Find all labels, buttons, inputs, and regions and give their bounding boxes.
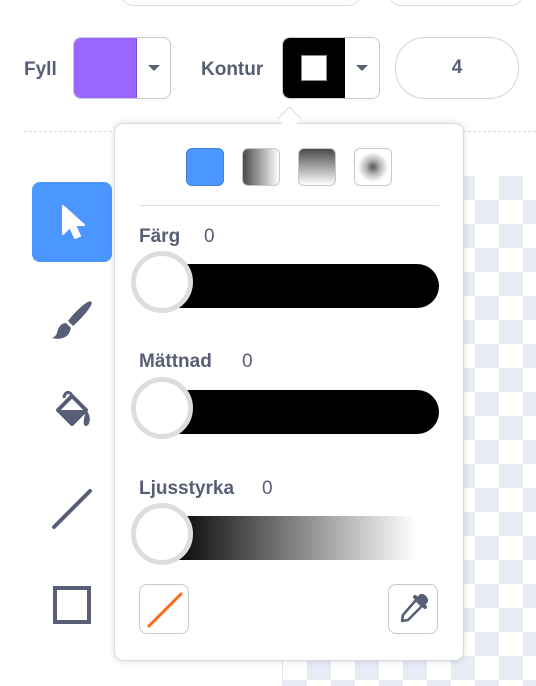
horizontal-gradient-button[interactable] xyxy=(242,148,280,186)
top-field-partial-2 xyxy=(390,0,522,6)
saturation-slider-handle[interactable] xyxy=(131,377,193,439)
fill-dropdown-arrow[interactable] xyxy=(137,38,170,98)
fill-color-swatch xyxy=(74,38,137,98)
popover-separator xyxy=(139,205,439,206)
outline-color-swatch xyxy=(283,38,345,98)
line-icon xyxy=(52,489,92,529)
outline-color-button[interactable] xyxy=(282,37,380,99)
no-color-icon xyxy=(147,592,183,628)
saturation-label: Mättnad xyxy=(139,351,212,372)
paint-bucket-icon xyxy=(56,390,90,426)
saturation-value: 0 xyxy=(242,351,253,372)
radial-gradient-button[interactable] xyxy=(354,148,392,186)
no-color-button[interactable] xyxy=(139,584,189,634)
hue-label: Färg xyxy=(139,226,181,247)
brightness-label: Ljusstyrka xyxy=(139,478,235,499)
hue-slider-handle[interactable] xyxy=(131,251,193,313)
outline-dropdown-arrow[interactable] xyxy=(345,38,379,98)
solid-mode-button[interactable] xyxy=(186,148,224,186)
chevron-down-icon xyxy=(147,64,160,71)
hue-value: 0 xyxy=(204,226,215,247)
arrow-cursor-icon xyxy=(62,205,85,239)
brush-icon xyxy=(52,301,92,339)
eyedropper-icon xyxy=(400,593,429,623)
brush-tool[interactable] xyxy=(32,279,112,359)
brightness-slider-handle[interactable] xyxy=(131,503,193,565)
line-tool[interactable] xyxy=(32,469,112,549)
top-field-partial xyxy=(120,0,362,6)
fill-color-button[interactable] xyxy=(73,37,171,99)
rectangle-tool[interactable] xyxy=(32,565,112,645)
stroke-width-input[interactable]: 4 xyxy=(395,37,519,99)
outline-preview-icon xyxy=(301,55,327,81)
fill-tool[interactable] xyxy=(32,372,112,452)
chevron-down-icon xyxy=(356,64,368,71)
rectangle-icon xyxy=(53,586,91,624)
fill-label: Fyll xyxy=(24,59,57,80)
vertical-gradient-button[interactable] xyxy=(298,148,336,186)
select-tool[interactable] xyxy=(32,182,112,262)
brightness-value: 0 xyxy=(262,478,273,499)
eyedropper-button[interactable] xyxy=(388,584,438,634)
outline-label: Kontur xyxy=(201,59,264,80)
